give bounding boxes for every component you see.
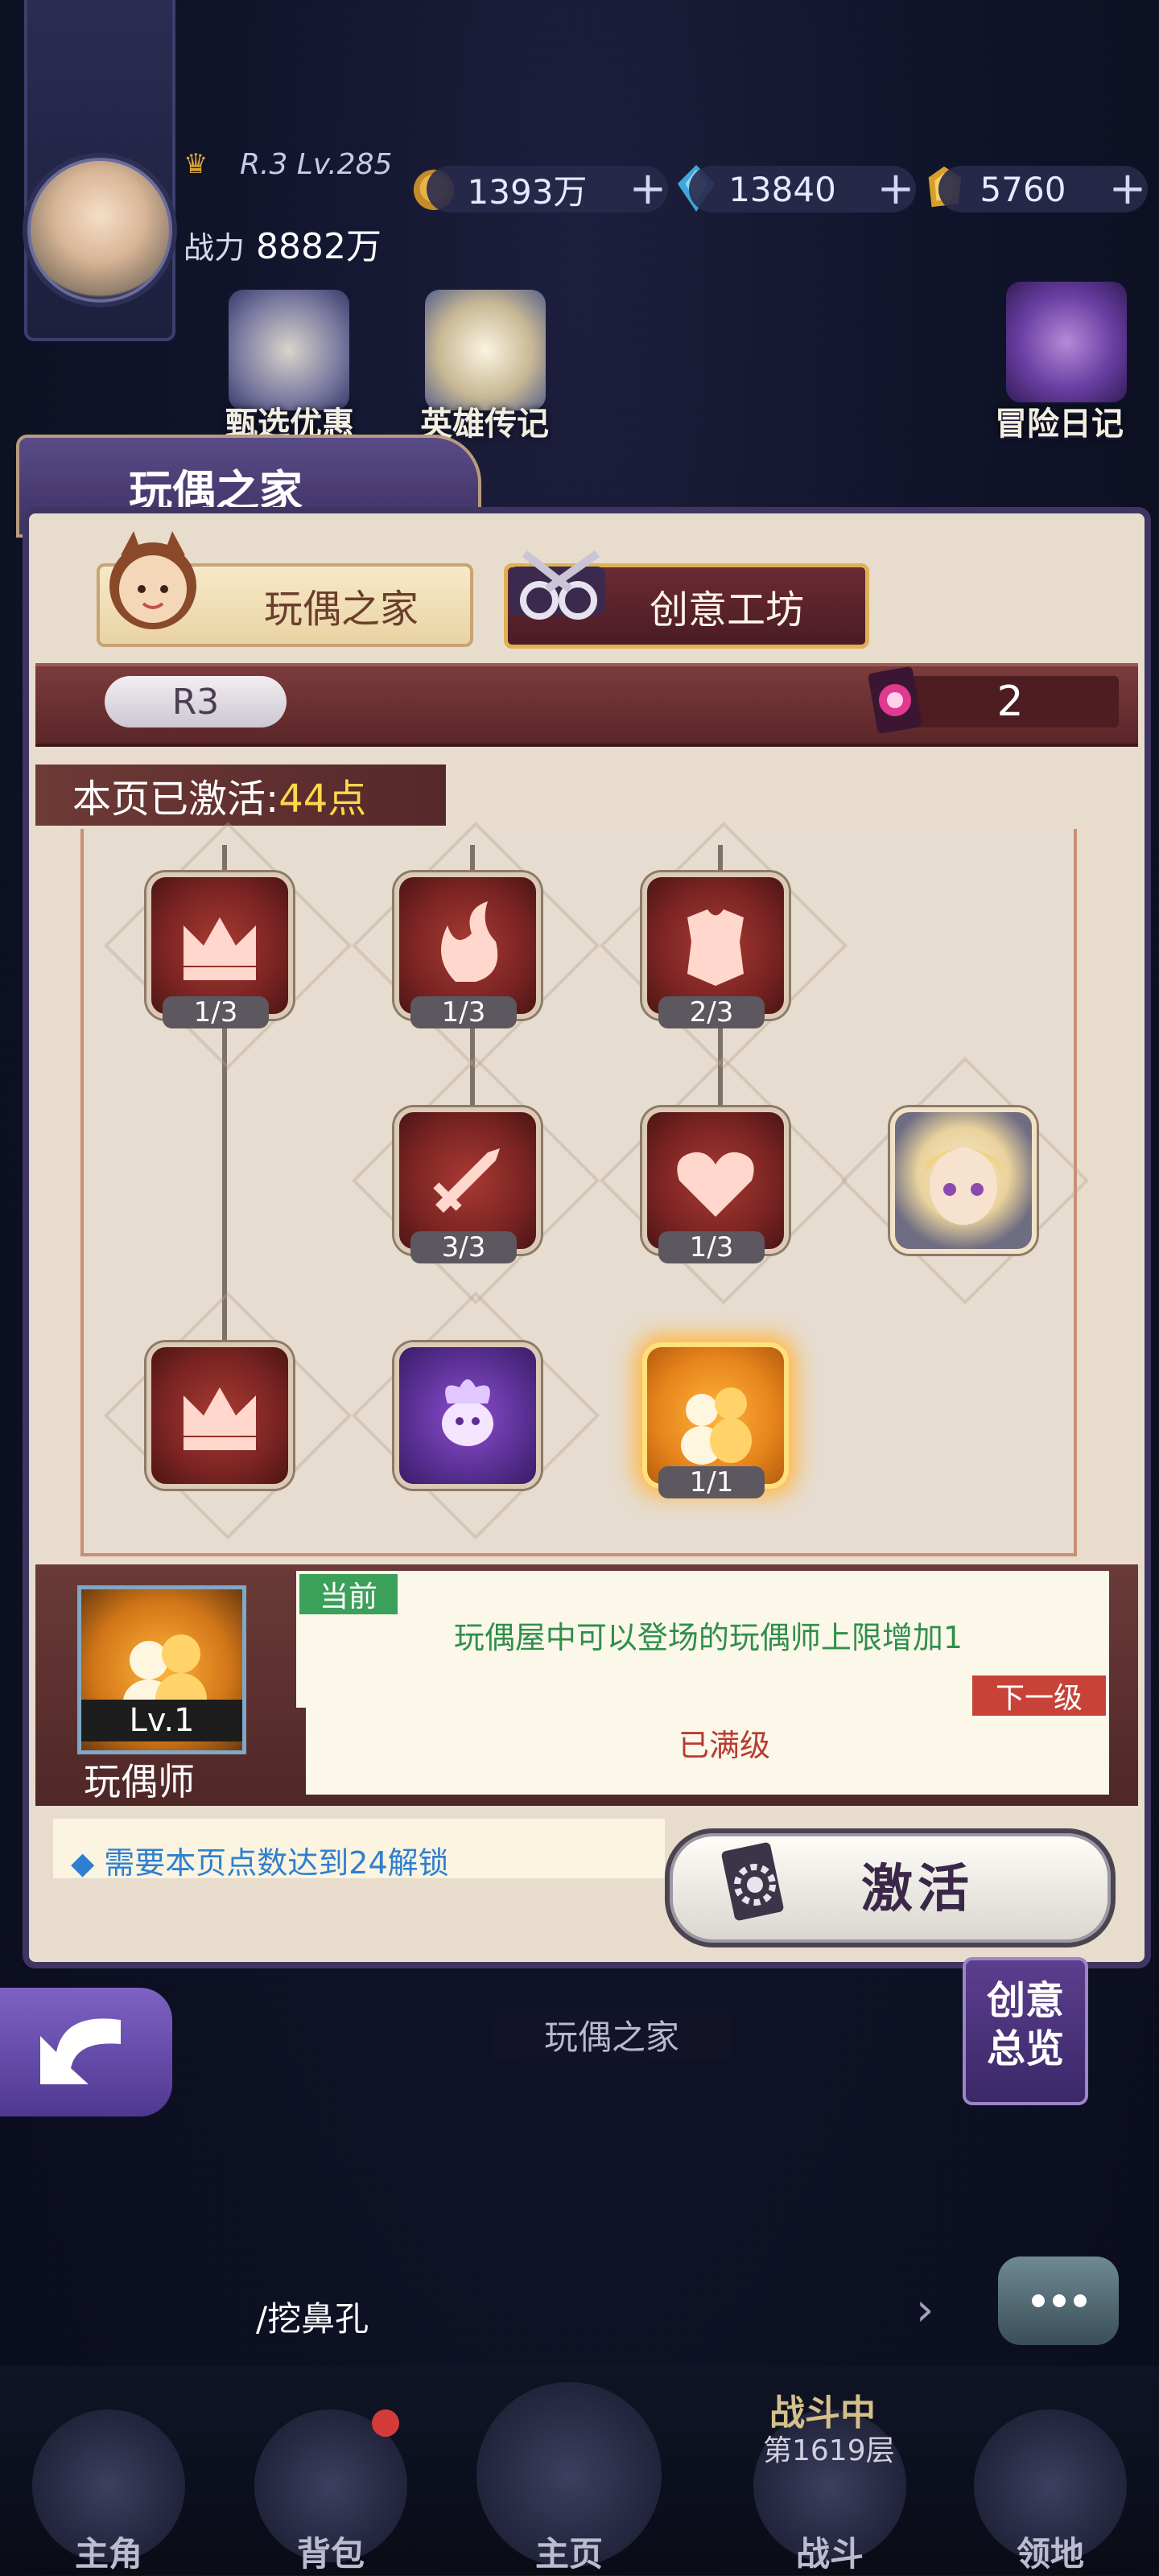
hero-biography-icon[interactable] [425, 290, 546, 410]
next-level-text: 已满级 [678, 1728, 770, 1763]
adventure-diary-label: 冒险日记 [995, 406, 1124, 443]
doll-master-name: 玩偶师 [84, 1760, 195, 1803]
chat-message: /挖鼻孔 [256, 2299, 369, 2339]
node-progress-badge: 2/3 [658, 996, 765, 1028]
node-crown-2[interactable] [146, 1342, 293, 1489]
next-level-tag: 下一级 [972, 1675, 1106, 1716]
avatar[interactable] [23, 153, 177, 307]
current-tag: 当前 [299, 1574, 398, 1614]
scissors-icon [509, 550, 605, 620]
chevron-right-icon[interactable]: › [916, 2284, 934, 2336]
resource-gold: 1393万 + [427, 166, 668, 212]
player-rank-level: R.3 Lv.285 [240, 148, 393, 181]
adventure-diary-icon[interactable] [1006, 282, 1127, 402]
activated-points-bar: 本页已激活: 44点 [35, 765, 446, 826]
add-gold-button[interactable]: + [628, 167, 668, 212]
special-offer-icon[interactable] [229, 290, 349, 410]
back-arrow-icon [40, 2018, 121, 2084]
resource-gem: 5760 + [938, 166, 1148, 212]
crown-icon: ♛ [184, 148, 208, 180]
node-purple-spirit[interactable] [394, 1342, 541, 1489]
node-progress-badge: 3/3 [410, 1231, 517, 1263]
doll-house-building-label[interactable]: 玩偶之家 [493, 2009, 731, 2060]
unlock-requirement-text: ◆ 需要本页点数达到24解锁 [71, 1845, 449, 1881]
heart-icon [677, 1152, 754, 1217]
tab-doll-house-label: 玩偶之家 [263, 587, 419, 632]
doll-pair-icon [681, 1387, 752, 1465]
nav-home-label: 主页 [534, 2534, 603, 2574]
activated-label: 本页已激活: [72, 777, 279, 822]
battle-floor: 第1619层 [763, 2434, 895, 2467]
armor-icon [687, 909, 744, 986]
node-progress-badge: 1/3 [658, 1231, 765, 1263]
resource-crystal-value: 13840 [728, 169, 836, 209]
purple-spirit-icon [442, 1379, 493, 1446]
gem-count: 2 [901, 676, 1119, 727]
notification-dot [372, 2409, 399, 2437]
crown-icon [184, 917, 256, 980]
power-value: 8882万 [256, 226, 382, 267]
flame-claw-icon [441, 901, 498, 982]
resource-crystal: 13840 + [689, 166, 916, 212]
current-effect-text: 玩偶屋中可以登场的玩偶师上限增加1 [453, 1620, 963, 1655]
hero-portrait-icon [923, 1148, 1004, 1225]
add-gem-button[interactable]: + [1107, 167, 1148, 212]
add-crystal-button[interactable]: + [876, 167, 916, 212]
chat-dots-icon [1032, 2294, 1087, 2307]
activated-points: 44点 [278, 777, 367, 822]
sword-icon [433, 1148, 500, 1213]
tab-creative-workshop-label: 创意工坊 [649, 587, 804, 633]
node-hero-portrait[interactable] [890, 1107, 1037, 1254]
rank-pill: R3 [105, 676, 287, 727]
power-label: 战力 [184, 230, 245, 266]
player-power: 战力 8882万 [184, 217, 382, 269]
activate-button-label: 激活 [861, 1860, 974, 1919]
nav-hero-label: 主角 [74, 2534, 142, 2574]
doll-mascot-icon [109, 531, 196, 629]
resource-gold-value: 1393万 [467, 171, 588, 212]
creative-overview-button[interactable]: 创意 总览 [963, 1957, 1088, 2105]
resource-gem-value: 5760 [980, 169, 1066, 209]
nav-territory-label: 领地 [1016, 2534, 1084, 2574]
back-button[interactable] [0, 1988, 172, 2116]
doll-master-level: Lv.1 [81, 1700, 242, 1741]
chat-bubble-icon[interactable] [998, 2257, 1119, 2345]
nav-bag-label: 背包 [296, 2534, 365, 2574]
node-progress-badge: 1/3 [163, 996, 269, 1028]
node-progress-badge: 1/1 [658, 1466, 765, 1498]
node-progress-badge: 1/3 [410, 996, 517, 1028]
pink-gem-card-icon [868, 666, 922, 734]
gear-card-icon [721, 1842, 784, 1921]
nav-battle-label: 战斗 [795, 2534, 864, 2574]
crown-icon [184, 1387, 256, 1450]
